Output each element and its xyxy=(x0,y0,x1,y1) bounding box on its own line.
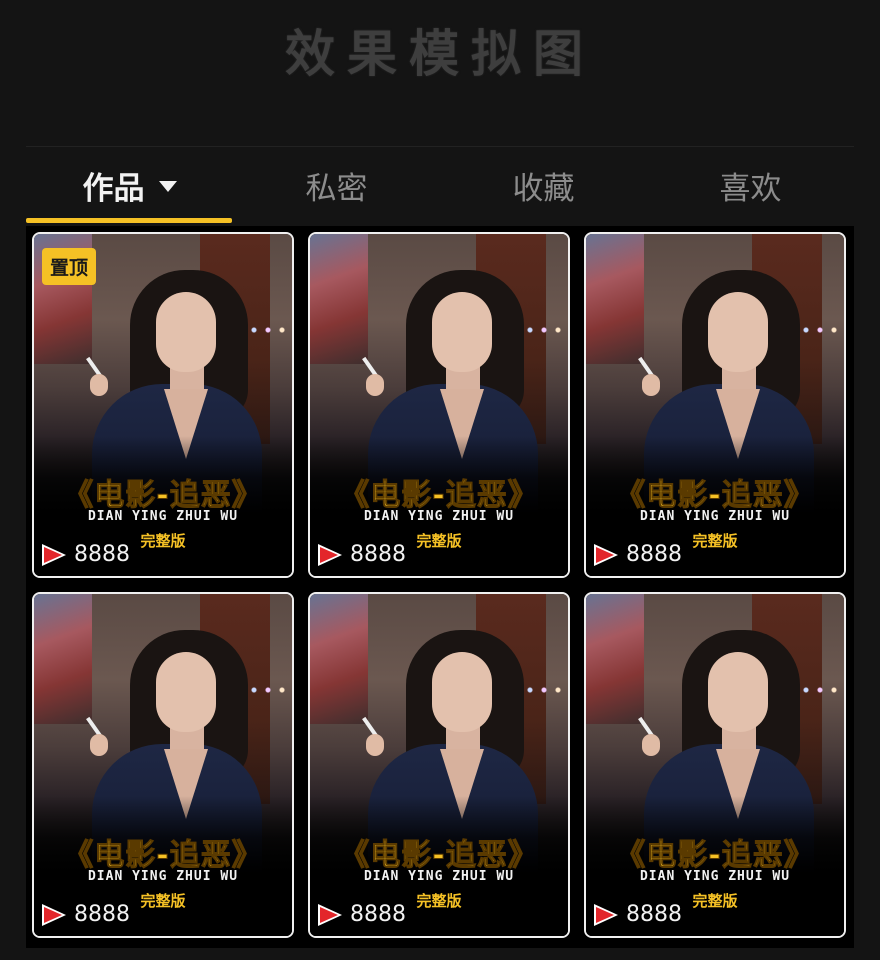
video-thumbnail xyxy=(586,234,844,576)
video-card[interactable]: 《电影-追恶》 DIAN YING ZHUI WU 完整版 8888 xyxy=(32,592,294,938)
tab-liked-label: 喜欢 xyxy=(719,170,782,207)
video-thumbnail xyxy=(310,594,568,936)
play-count-row: 8888 xyxy=(318,902,406,927)
video-grid: 置顶 《电影-追恶》 DIAN YING ZHUI WU 完整版 8888 《电… xyxy=(26,226,854,948)
tab-works-label: 作品 xyxy=(82,170,145,207)
play-count: 8888 xyxy=(74,542,130,567)
play-icon xyxy=(594,903,620,926)
video-card[interactable]: 《电影-追恶》 DIAN YING ZHUI WU 完整版 8888 xyxy=(308,232,570,578)
video-thumbnail xyxy=(34,594,292,936)
caret-down-icon[interactable] xyxy=(158,180,177,192)
video-card[interactable]: 置顶 《电影-追恶》 DIAN YING ZHUI WU 完整版 8888 xyxy=(32,232,294,578)
play-icon xyxy=(594,543,620,566)
play-count: 8888 xyxy=(350,902,406,927)
play-count-row: 8888 xyxy=(42,902,130,927)
tab-liked[interactable]: 喜欢 xyxy=(647,150,854,220)
video-title: 《电影-追恶》 xyxy=(615,838,815,874)
play-count: 8888 xyxy=(74,902,130,927)
video-title-pinyin: DIAN YING ZHUI WU xyxy=(363,509,515,524)
play-count: 8888 xyxy=(626,902,682,927)
video-title-pinyin: DIAN YING ZHUI WU xyxy=(87,509,239,524)
tab-works[interactable]: 作品 xyxy=(26,150,233,220)
video-card[interactable]: 《电影-追恶》 DIAN YING ZHUI WU 完整版 8888 xyxy=(584,232,846,578)
play-icon xyxy=(42,543,68,566)
tab-bar: 作品 私密 收藏 喜欢 xyxy=(26,150,854,220)
video-thumbnail xyxy=(34,234,292,576)
play-count: 8888 xyxy=(626,542,682,567)
video-card[interactable]: 《电影-追恶》 DIAN YING ZHUI WU 完整版 8888 xyxy=(308,592,570,938)
pinned-badge: 置顶 xyxy=(42,248,97,285)
video-title-pinyin: DIAN YING ZHUI WU xyxy=(363,869,515,884)
play-icon xyxy=(318,543,344,566)
play-count-row: 8888 xyxy=(594,542,682,567)
tab-favorites[interactable]: 收藏 xyxy=(440,150,647,220)
play-icon xyxy=(42,903,68,926)
tab-private-label: 私密 xyxy=(305,170,368,207)
video-title-pinyin: DIAN YING ZHUI WU xyxy=(87,869,239,884)
tab-favorites-label: 收藏 xyxy=(512,170,575,207)
video-thumbnail xyxy=(586,594,844,936)
video-title: 《电影-追恶》 xyxy=(615,478,815,514)
play-count-row: 8888 xyxy=(594,902,682,927)
tab-private[interactable]: 私密 xyxy=(233,150,440,220)
active-tab-indicator xyxy=(26,218,232,223)
play-count: 8888 xyxy=(350,542,406,567)
video-title: 《电影-追恶》 xyxy=(63,478,263,514)
play-count-row: 8888 xyxy=(318,542,406,567)
play-icon xyxy=(318,903,344,926)
video-card[interactable]: 《电影-追恶》 DIAN YING ZHUI WU 完整版 8888 xyxy=(584,592,846,938)
video-title-pinyin: DIAN YING ZHUI WU xyxy=(639,869,791,884)
video-title: 《电影-追恶》 xyxy=(339,478,539,514)
video-title-pinyin: DIAN YING ZHUI WU xyxy=(639,509,791,524)
play-count-row: 8888 xyxy=(42,542,130,567)
video-title: 《电影-追恶》 xyxy=(339,838,539,874)
page-title: 效果模拟图 xyxy=(285,24,595,83)
video-thumbnail xyxy=(310,234,568,576)
page: 效果模拟图 作品 私密 收藏 喜欢 置顶 《电影-追恶》 DIAN YING Z… xyxy=(0,0,880,960)
header-divider xyxy=(26,146,854,147)
video-title: 《电影-追恶》 xyxy=(63,838,263,874)
